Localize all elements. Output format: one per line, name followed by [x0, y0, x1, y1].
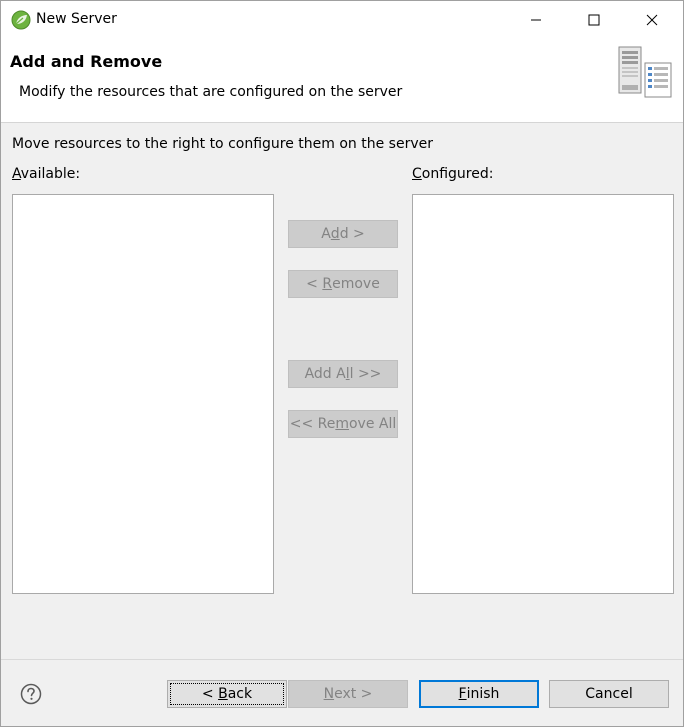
wizard-banner: Add and Remove Modify the resources that…: [1, 39, 683, 123]
remove-button[interactable]: < Remove: [288, 270, 398, 298]
configured-label: Configured:: [412, 166, 493, 182]
page-title: Add and Remove: [10, 52, 163, 71]
available-label-text: vailable:: [20, 166, 81, 182]
remove-all-button[interactable]: << Re m ove All: [288, 410, 398, 438]
instruction-text: Move resources to the right to configure…: [12, 136, 433, 152]
finish-button-mnemonic: F: [458, 686, 467, 702]
finish-button[interactable]: Finish: [419, 680, 539, 708]
add-button-text-a: A: [321, 226, 331, 242]
server-icon: [618, 46, 672, 98]
back-button-mnemonic: B: [218, 686, 228, 702]
help-icon[interactable]: [20, 683, 42, 705]
available-label: Available:: [12, 166, 80, 182]
configured-label-mnemonic: C: [412, 166, 422, 182]
remove-all-button-text-b: ove All: [348, 416, 397, 432]
remove-button-text-a: <: [306, 276, 323, 292]
finish-button-text: inish: [466, 686, 500, 702]
maximize-button[interactable]: [565, 1, 623, 39]
new-server-dialog: New Server Add and Remove Modify the res…: [0, 0, 684, 727]
configured-label-text: onfigured:: [421, 166, 494, 182]
minimize-icon: [531, 19, 541, 21]
add-button-text-b: d >: [339, 226, 365, 242]
next-button[interactable]: Next >: [288, 680, 408, 708]
back-button-text-b: ack: [227, 686, 253, 702]
add-all-button[interactable]: Add All >>: [288, 360, 398, 388]
add-all-button-text-a: Add A: [304, 366, 346, 382]
maximize-icon: [588, 14, 600, 26]
add-all-button-text-b: l >>: [349, 366, 382, 382]
add-button-mnemonic: d: [330, 226, 340, 242]
remove-all-button-text-a: << Re: [289, 416, 336, 432]
close-icon: [646, 14, 658, 26]
available-label-mnemonic: A: [12, 166, 21, 182]
page-description: Modify the resources that are configured…: [19, 84, 403, 100]
cancel-button[interactable]: Cancel: [549, 680, 669, 708]
next-button-text: ext >: [334, 686, 373, 702]
remove-button-mnemonic: R: [322, 276, 333, 292]
back-button[interactable]: < Back: [167, 680, 287, 708]
window-title: New Server: [36, 11, 117, 27]
remove-button-text-b: emove: [332, 276, 380, 292]
remove-all-button-mnemonic: m: [335, 416, 349, 432]
next-button-mnemonic: N: [323, 686, 335, 702]
close-button[interactable]: [623, 1, 681, 39]
back-button-text-a: <: [201, 686, 219, 702]
footer-divider: [1, 659, 683, 660]
title-bar: New Server: [1, 1, 683, 39]
minimize-button[interactable]: [507, 1, 565, 39]
available-list[interactable]: [12, 194, 274, 594]
spring-leaf-icon: [11, 10, 31, 30]
add-button[interactable]: Add >: [288, 220, 398, 248]
configured-list[interactable]: [412, 194, 674, 594]
